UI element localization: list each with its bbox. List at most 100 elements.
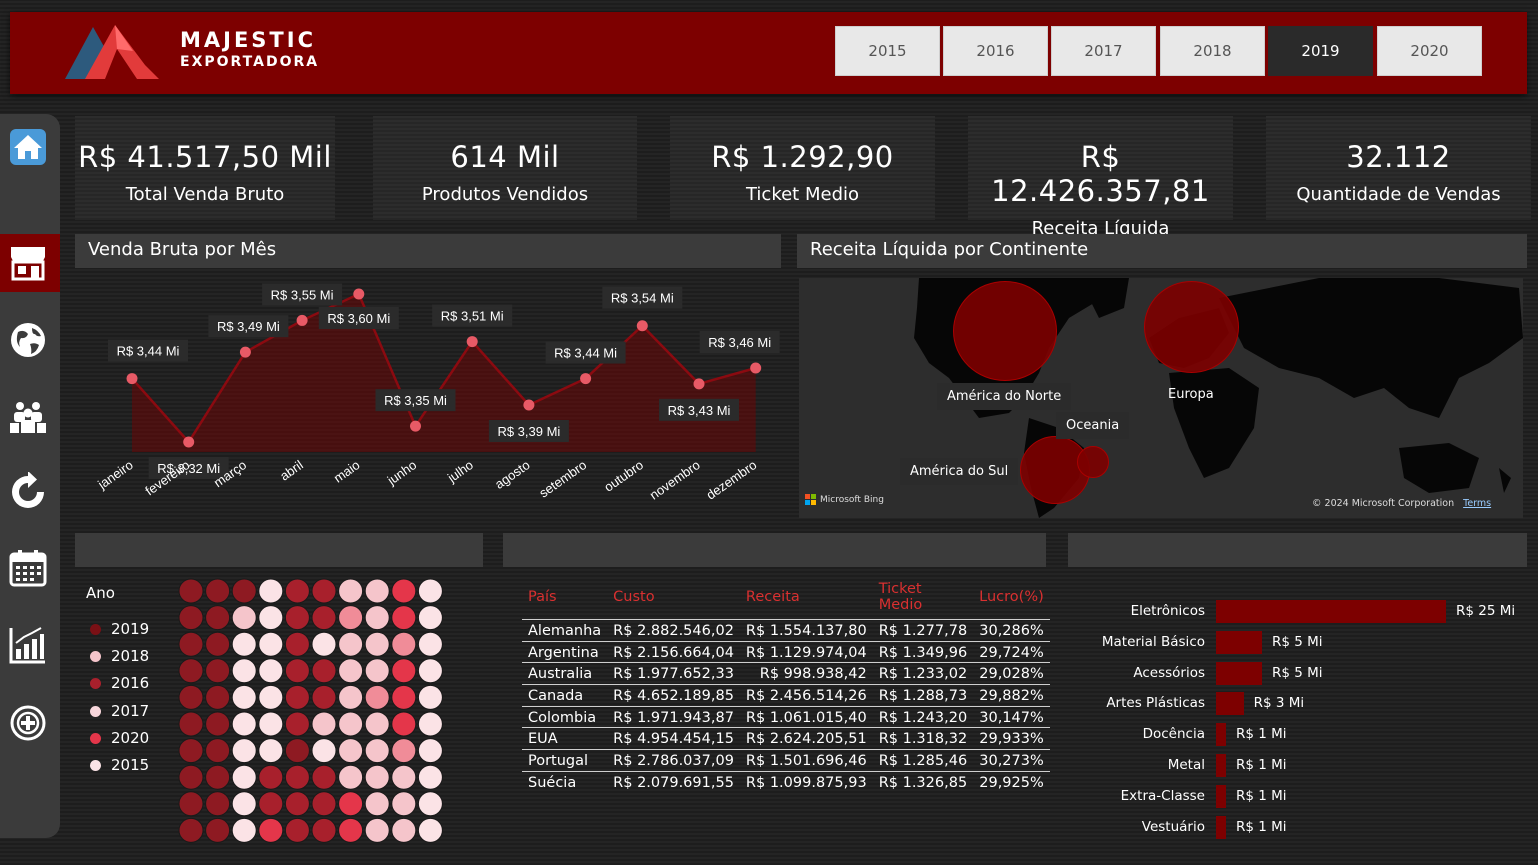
category-bar[interactable] — [1216, 600, 1446, 623]
data-point[interactable] — [750, 362, 762, 374]
grid-dot[interactable] — [284, 605, 310, 631]
category-bar[interactable] — [1216, 815, 1226, 839]
grid-dot[interactable] — [391, 764, 417, 790]
grid-dot[interactable] — [311, 817, 337, 843]
data-point[interactable] — [183, 436, 195, 448]
grid-dot[interactable] — [178, 791, 204, 817]
grid-dot[interactable] — [231, 605, 257, 631]
grid-dot[interactable] — [178, 684, 204, 710]
grid-dot[interactable] — [258, 631, 284, 657]
grid-dot[interactable] — [338, 684, 364, 710]
data-point[interactable] — [126, 373, 138, 385]
grid-dot[interactable] — [178, 738, 204, 764]
data-point[interactable] — [523, 399, 535, 411]
grid-dot[interactable] — [417, 791, 443, 817]
grid-dot[interactable] — [258, 684, 284, 710]
grid-dot[interactable] — [231, 658, 257, 684]
grid-dot[interactable] — [205, 578, 231, 604]
year-button-2017[interactable]: 2017 — [1051, 26, 1156, 76]
year-button-2018[interactable]: 2018 — [1160, 26, 1265, 76]
grid-dot[interactable] — [338, 578, 364, 604]
sidebar-team-button[interactable] — [8, 397, 48, 437]
data-point[interactable] — [636, 320, 648, 332]
grid-dot[interactable] — [338, 658, 364, 684]
data-point[interactable] — [296, 314, 308, 326]
year-button-2016[interactable]: 2016 — [943, 26, 1048, 76]
grid-dot[interactable] — [364, 631, 390, 657]
grid-dot[interactable] — [311, 711, 337, 737]
grid-dot[interactable] — [284, 578, 310, 604]
grid-dot[interactable] — [417, 817, 443, 843]
grid-dot[interactable] — [284, 738, 310, 764]
grid-dot[interactable] — [364, 791, 390, 817]
table-row[interactable]: Alemanha R$ 2.882.546,02 R$ 1.554.137,80 R$… — [522, 619, 1050, 642]
category-bar[interactable] — [1216, 630, 1262, 654]
grid-dot[interactable] — [364, 738, 390, 764]
data-point[interactable] — [353, 288, 365, 300]
grid-dot[interactable] — [231, 578, 257, 604]
grid-dot[interactable] — [231, 711, 257, 737]
grid-dot[interactable] — [258, 791, 284, 817]
grid-dot[interactable] — [338, 791, 364, 817]
grid-dot[interactable] — [284, 631, 310, 657]
grid-dot[interactable] — [284, 711, 310, 737]
legend-item-2015[interactable]: 2015 — [90, 756, 149, 774]
grid-dot[interactable] — [391, 605, 417, 631]
grid-dot[interactable] — [258, 764, 284, 790]
sidebar-analytics-button[interactable] — [8, 625, 48, 665]
grid-dot[interactable] — [338, 605, 364, 631]
grid-dot[interactable] — [178, 764, 204, 790]
data-point[interactable] — [580, 373, 592, 385]
grid-dot[interactable] — [205, 738, 231, 764]
grid-dot[interactable] — [417, 631, 443, 657]
sidebar-refresh-button[interactable] — [8, 471, 48, 512]
bubble-europa[interactable] — [1144, 281, 1239, 373]
data-point[interactable] — [239, 346, 251, 358]
terms-link[interactable]: Terms — [1463, 498, 1491, 509]
grid-dot[interactable] — [338, 738, 364, 764]
category-bar[interactable] — [1216, 661, 1262, 685]
grid-dot[interactable] — [338, 631, 364, 657]
grid-dot[interactable] — [364, 817, 390, 843]
grid-dot[interactable] — [417, 605, 443, 631]
table-row[interactable]: Canada R$ 4.652.189,85 R$ 2.456.514,26 R$ 1… — [522, 684, 1050, 707]
grid-dot[interactable] — [364, 605, 390, 631]
grid-dot[interactable] — [205, 631, 231, 657]
grid-dot[interactable] — [391, 738, 417, 764]
grid-dot[interactable] — [231, 631, 257, 657]
grid-dot[interactable] — [338, 711, 364, 737]
bubble-america-norte[interactable] — [953, 281, 1057, 381]
grid-dot[interactable] — [391, 711, 417, 737]
grid-dot[interactable] — [258, 817, 284, 843]
grid-dot[interactable] — [258, 605, 284, 631]
grid-dot[interactable] — [205, 711, 231, 737]
grid-dot[interactable] — [364, 658, 390, 684]
data-point[interactable] — [466, 336, 478, 348]
legend-item-2020[interactable]: 2020 — [90, 729, 149, 747]
grid-dot[interactable] — [364, 684, 390, 710]
legend-item-2019[interactable]: 2019 — [90, 620, 149, 638]
grid-dot[interactable] — [205, 817, 231, 843]
grid-dot[interactable] — [258, 658, 284, 684]
grid-dot[interactable] — [231, 817, 257, 843]
table-row[interactable]: Suécia R$ 2.079.691,55 R$ 1.099.875,93 R$ 1… — [522, 771, 1050, 793]
grid-dot[interactable] — [258, 738, 284, 764]
grid-dot[interactable] — [311, 578, 337, 604]
year-button-2019[interactable]: 2019 — [1268, 26, 1373, 76]
grid-dot[interactable] — [231, 738, 257, 764]
grid-dot[interactable] — [417, 711, 443, 737]
category-bar[interactable] — [1216, 723, 1226, 747]
grid-dot[interactable] — [178, 658, 204, 684]
legend-item-2016[interactable]: 2016 — [90, 674, 149, 692]
grid-dot[interactable] — [391, 578, 417, 604]
column-header-ticket[interactable]: Ticket Medio — [872, 578, 974, 620]
sidebar-store-button[interactable] — [8, 243, 48, 283]
legend-item-2018[interactable]: 2018 — [90, 647, 149, 665]
grid-dot[interactable] — [391, 658, 417, 684]
sidebar-calendar-button[interactable] — [8, 548, 48, 588]
grid-dot[interactable] — [417, 764, 443, 790]
grid-dot[interactable] — [311, 791, 337, 817]
grid-dot[interactable] — [311, 738, 337, 764]
sidebar-add-button[interactable] — [8, 703, 48, 743]
year-button-2015[interactable]: 2015 — [835, 26, 940, 76]
